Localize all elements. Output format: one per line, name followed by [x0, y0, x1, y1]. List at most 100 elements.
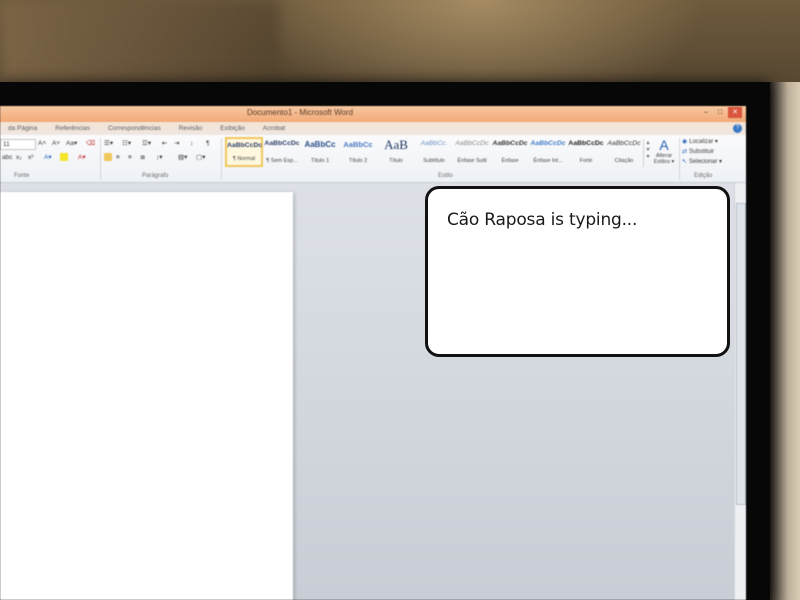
gallery-scroll[interactable]: ▴ ▾ ▾: [643, 139, 652, 167]
style-name: ¶ Normal: [232, 156, 256, 162]
style-sample: AaBbCc: [304, 140, 336, 149]
window-title: Documento1 - Microsoft Word: [246, 108, 354, 117]
tab-page-layout[interactable]: da Página: [0, 125, 47, 132]
change-case-icon[interactable]: Aa▾: [66, 139, 77, 148]
style-name: ¶ Sem Esp...: [266, 158, 298, 164]
sort-icon[interactable]: ↕: [190, 139, 193, 148]
line-spacing-icon[interactable]: ↕▾: [156, 153, 163, 162]
font-size-value: 11: [3, 141, 10, 148]
replace-icon: ⇄: [682, 149, 688, 155]
scrollbar-thumb[interactable]: [736, 203, 746, 505]
group-label-font: Fonte: [14, 173, 30, 179]
style-name: Citação: [614, 158, 634, 164]
replace-button[interactable]: ⇄ Substituir: [682, 147, 744, 157]
style-name: Título 1: [310, 158, 330, 164]
font-size-select[interactable]: 11: [0, 139, 36, 150]
style-heading-1[interactable]: AaBbCc Título 1: [301, 137, 339, 167]
shading-icon[interactable]: ▨▾: [178, 153, 187, 162]
find-button[interactable]: ◉ Localizar ▾: [682, 137, 744, 147]
show-marks-icon[interactable]: ¶: [206, 139, 210, 148]
typing-status-text: Cão Raposa is typing...: [447, 210, 638, 230]
select-button[interactable]: ↖ Selecionar ▾: [682, 157, 744, 167]
multilevel-list-icon[interactable]: ☲▾: [142, 139, 151, 148]
numbering-icon[interactable]: ☷▾: [122, 139, 131, 148]
vertical-scrollbar[interactable]: [734, 183, 746, 600]
ribbon-group-labels: Fonte Parágrafo Estilo Edição: [0, 173, 746, 182]
highlight-color-icon[interactable]: [60, 153, 68, 161]
ribbon: 11 A˄ A˅ Aa▾ ⌫ abc x₂ x² A▾ A▾ ☰▾ ☷▾ ☲▾ …: [0, 135, 746, 183]
find-label: Localizar ▾: [689, 139, 718, 145]
tab-references[interactable]: Referências: [47, 125, 100, 132]
change-styles-button[interactable]: A Alterar Estilos ▾: [652, 137, 676, 171]
align-right-icon[interactable]: ≡: [128, 153, 132, 162]
style-strong[interactable]: AaBbCcDc Forte: [567, 137, 605, 167]
style-sample: AaBbCcDc: [227, 142, 263, 149]
style-quote[interactable]: AaBbCcDc Citação: [605, 137, 643, 167]
style-name: Subtítulo: [423, 158, 445, 164]
style-sample: AaBbCcDc: [568, 140, 604, 147]
maximize-button[interactable]: □: [714, 107, 726, 118]
title-bar: Documento1 - Microsoft Word – □ ✕: [0, 106, 746, 122]
tab-acrobat[interactable]: Acrobat: [255, 125, 295, 132]
replace-label: Substituir: [689, 149, 715, 155]
borders-icon[interactable]: ▢▾: [196, 153, 205, 162]
font-color-icon[interactable]: A▾: [78, 153, 86, 162]
style-sample: AaBbCcDc: [530, 140, 566, 147]
typing-indicator-bubble: Cão Raposa is typing...: [425, 186, 730, 357]
tab-view[interactable]: Exibição: [212, 125, 255, 132]
style-title[interactable]: AaB Título: [377, 137, 415, 167]
close-button[interactable]: ✕: [728, 107, 742, 118]
style-name: Ênfase: [501, 158, 519, 164]
style-name: Título 2: [348, 158, 368, 164]
style-sample: AaB: [384, 137, 408, 152]
increase-indent-icon[interactable]: ⇥: [174, 139, 179, 148]
style-sample: AaBbCc: [343, 140, 373, 149]
align-center-icon[interactable]: ≡: [116, 153, 120, 162]
styles-gallery: AaBbCcDc ¶ Normal AaBbCcDc ¶ Sem Esp... …: [225, 137, 645, 169]
tab-review[interactable]: Revisão: [171, 125, 212, 132]
tab-mailings[interactable]: Correspondências: [100, 125, 171, 132]
group-label-styles: Estilo: [438, 173, 453, 179]
style-no-spacing[interactable]: AaBbCcDc ¶ Sem Esp...: [263, 137, 301, 167]
style-subtitle[interactable]: AaBbCc. Subtítulo: [415, 137, 453, 167]
style-normal[interactable]: AaBbCcDc ¶ Normal: [225, 137, 263, 167]
select-label: Selecionar ▾: [689, 159, 723, 165]
window-controls: – □ ✕: [700, 107, 742, 118]
style-sample: AaBbCcDc: [455, 140, 489, 147]
align-left-icon[interactable]: [104, 153, 112, 161]
ribbon-tabs: da Página Referências Correspondências R…: [0, 122, 746, 135]
binoculars-icon: ◉: [682, 139, 688, 145]
shrink-font-icon[interactable]: A˅: [52, 139, 60, 148]
style-name: Ênfase Int...: [533, 158, 563, 164]
style-heading-2[interactable]: AaBbCc Título 2: [339, 137, 377, 167]
group-label-editing: Edição: [694, 173, 713, 179]
clear-format-icon[interactable]: ⌫: [86, 139, 95, 148]
subscript-icon[interactable]: x₂: [16, 153, 22, 162]
style-sample: AaBbCc.: [420, 140, 448, 147]
style-name: Ênfase Sutil: [457, 158, 487, 164]
style-sample: AaBbCcDc: [607, 140, 641, 147]
cursor-icon: ↖: [682, 159, 688, 165]
justify-icon[interactable]: ≣: [140, 153, 145, 162]
group-label-paragraph: Parágrafo: [142, 173, 169, 179]
strikethrough-icon[interactable]: abc: [2, 153, 12, 162]
superscript-icon[interactable]: x²: [28, 153, 33, 162]
style-name: Forte: [579, 158, 593, 164]
minimize-button[interactable]: –: [700, 107, 712, 118]
style-emphasis[interactable]: AaBbCcDc Ênfase: [491, 137, 529, 167]
style-sample: AaBbCcDc: [492, 140, 528, 147]
style-sample: AaBbCcDc: [264, 140, 300, 147]
editing-group: ◉ Localizar ▾ ⇄ Substituir ↖ Selecionar ▾: [682, 137, 744, 167]
grow-font-icon[interactable]: A˄: [38, 139, 46, 148]
bullets-icon[interactable]: ☰▾: [104, 139, 113, 148]
change-styles-label: Estilos ▾: [653, 159, 675, 165]
document-page[interactable]: [0, 192, 293, 600]
decrease-indent-icon[interactable]: ⇤: [162, 139, 167, 148]
change-styles-icon: A: [659, 137, 669, 153]
background-wall: [770, 82, 800, 600]
style-name: Título: [389, 158, 403, 164]
help-icon[interactable]: ?: [733, 124, 742, 133]
style-intense-emphasis[interactable]: AaBbCcDc Ênfase Int...: [529, 137, 567, 167]
style-subtle-emphasis[interactable]: AaBbCcDc Ênfase Sutil: [453, 137, 491, 167]
text-effects-icon[interactable]: A▾: [44, 153, 52, 162]
